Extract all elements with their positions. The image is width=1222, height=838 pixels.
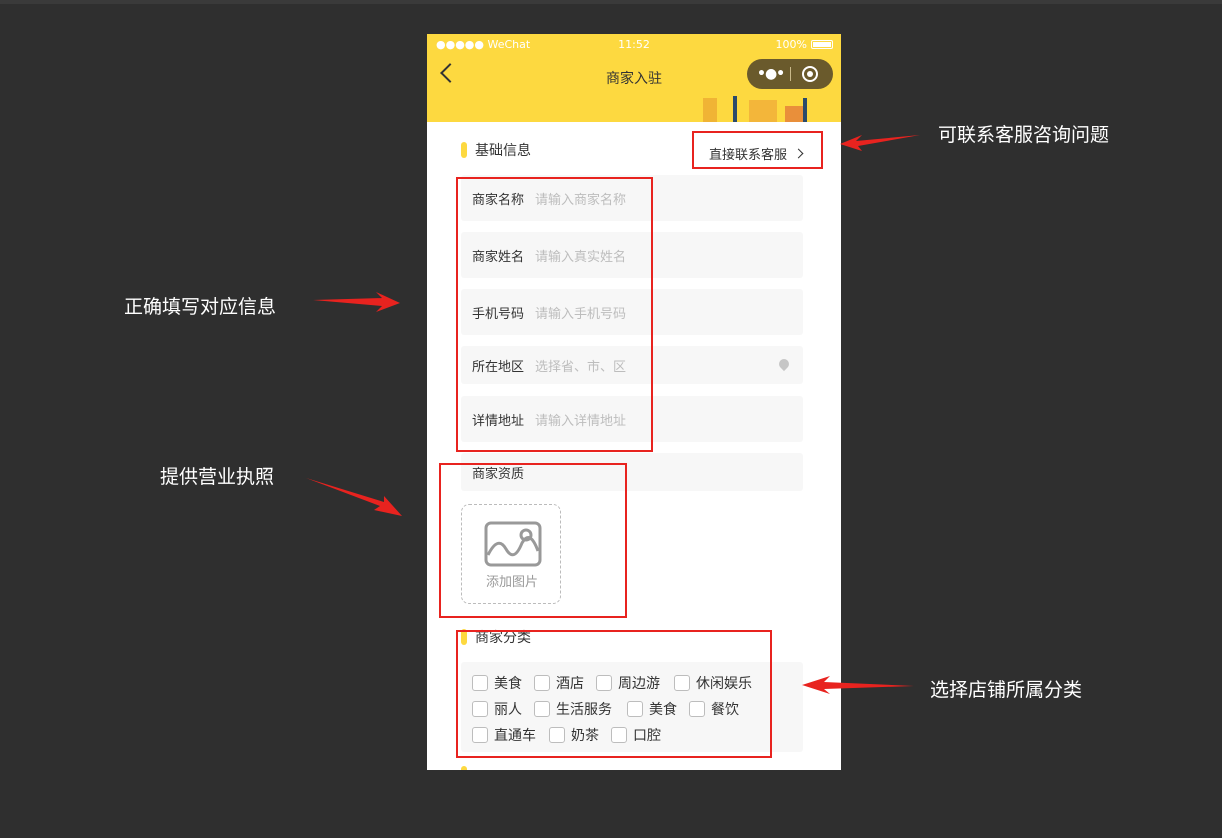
arrow-fields (313, 292, 400, 312)
note-contact: 可联系客服咨询问题 (938, 124, 1110, 146)
arrow-category (802, 676, 914, 694)
note-fill-info: 正确填写对应信息 (124, 296, 277, 318)
note-category: 选择店铺所属分类 (930, 679, 1083, 701)
note-license: 提供营业执照 (160, 466, 275, 488)
arrow-contact (840, 135, 920, 151)
arrow-upload (306, 478, 402, 516)
